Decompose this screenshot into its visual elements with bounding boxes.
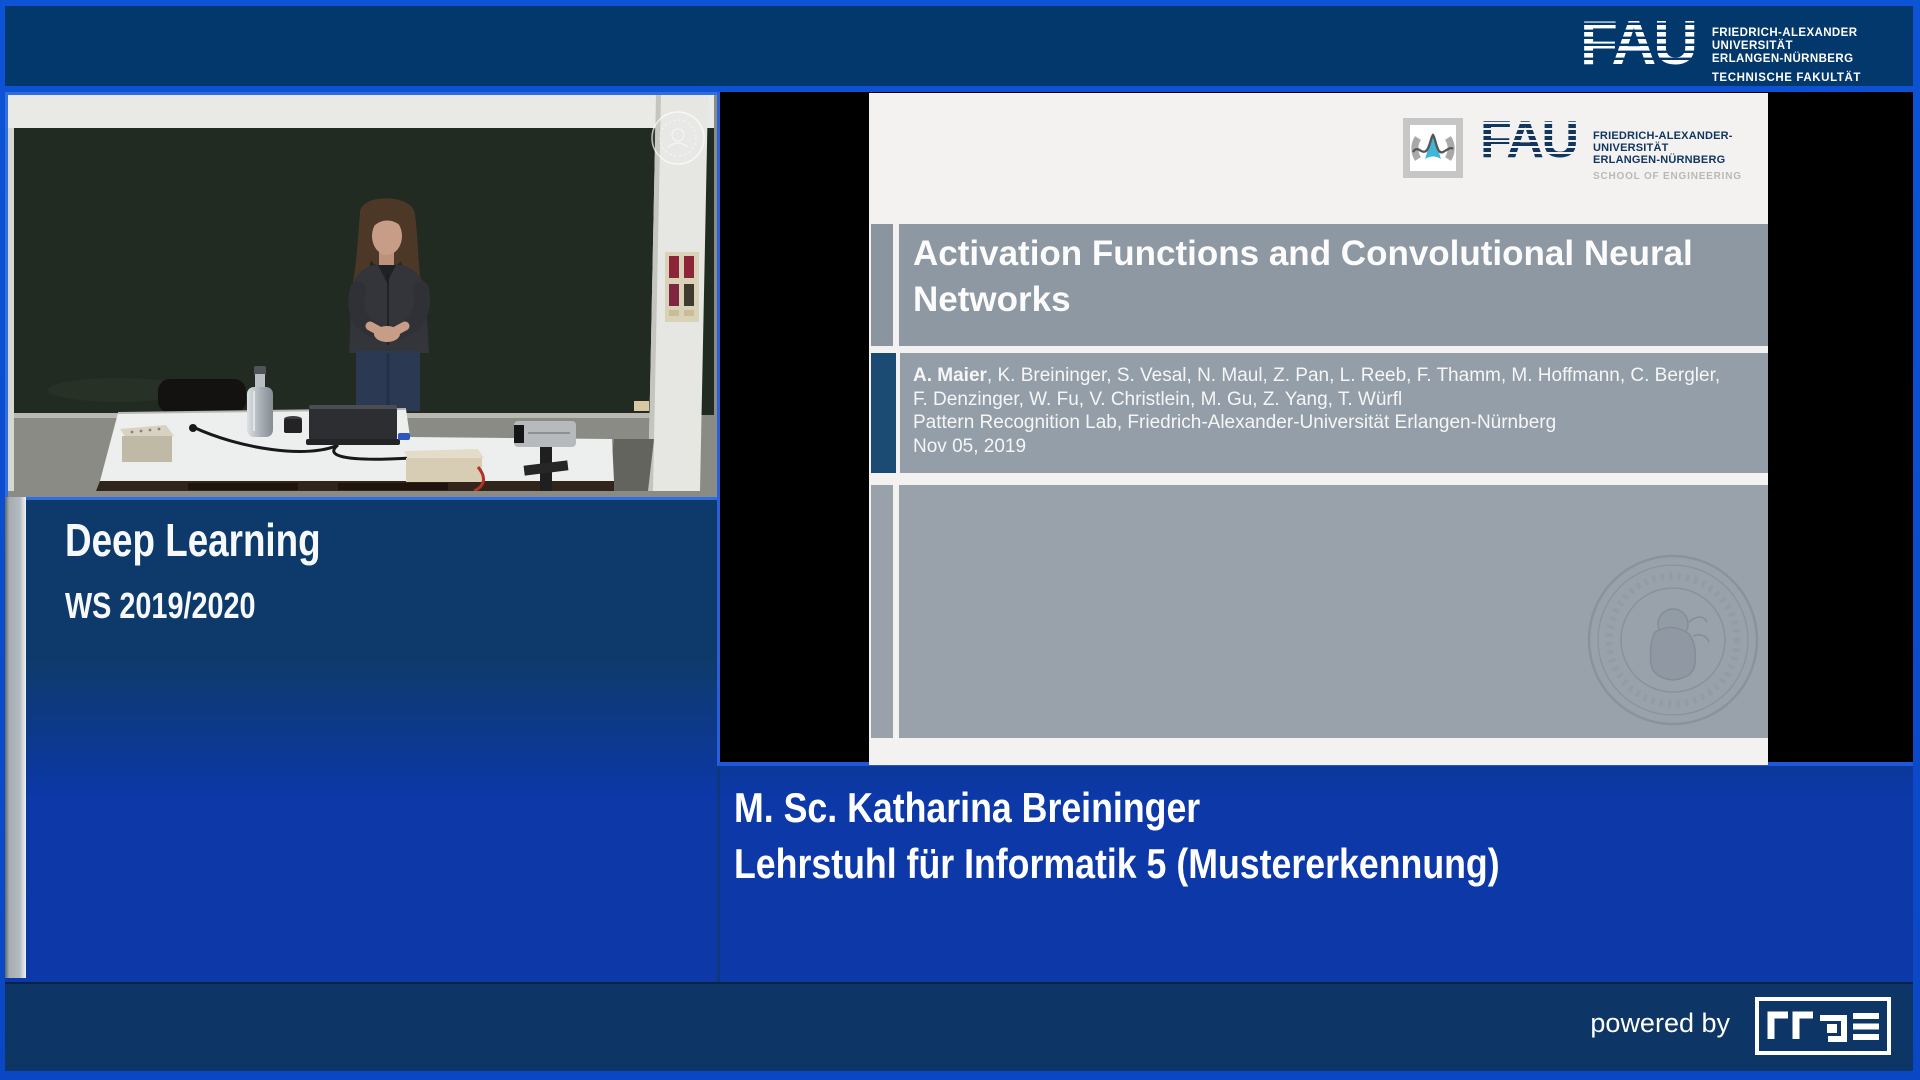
fau-slide-line2: UNIVERSITÄT	[1593, 142, 1669, 154]
left-edge-strip	[5, 497, 26, 978]
eraser	[634, 401, 649, 411]
affiliation: Pattern Recognition Lab, Friedrich-Alexa…	[913, 412, 1557, 433]
authors-line2: F. Denzinger, W. Fu, V. Christlein, M. G…	[913, 388, 1403, 410]
cup	[284, 419, 302, 433]
fau-striped-letters-navy-icon: FAU	[1482, 118, 1579, 160]
powered-by-label: powered by	[1590, 1008, 1730, 1038]
school-label: SCHOOL OF ENGINEERING	[1593, 171, 1742, 182]
slide-date: Nov 05, 2019	[913, 435, 1027, 457]
fau-header-wordmark: FRIEDRICH-ALEXANDER UNIVERSITÄT ERLANGEN…	[1712, 18, 1861, 85]
bottle-cap	[254, 366, 266, 375]
laptop	[309, 405, 397, 443]
slide-panel[interactable]: FAU FRIEDRICH-ALEXANDER- UNIVERSITÄT ERL…	[717, 92, 1913, 766]
fau-striped-letters-icon: FAU	[1582, 18, 1698, 68]
first-author: A. Maier	[913, 365, 987, 386]
author-accent-bar	[871, 353, 896, 473]
lecture-video-page: FAU FRIEDRICH-ALEXANDER UNIVERSITÄT ERLA…	[0, 0, 1920, 1080]
bottom-bar: powered by	[5, 982, 1913, 1071]
speaker-video[interactable]	[5, 92, 723, 500]
title-band-left-segment	[871, 224, 893, 346]
course-term: WS 2019/2020	[65, 585, 256, 626]
usb-connector	[398, 433, 410, 440]
slide-title-line2: Networks	[913, 280, 1071, 319]
fau-slide-logo: FAU FRIEDRICH-ALEXANDER- UNIVERSITÄT ERL…	[1482, 118, 1742, 183]
speaker-name: M. Sc. Katharina Breininger	[734, 784, 1201, 831]
rrze-logo-icon[interactable]	[1755, 997, 1891, 1055]
slide-lower-band	[899, 485, 1768, 738]
blackboard	[14, 128, 666, 415]
fau-line1: FRIEDRICH-ALEXANDER	[1711, 27, 1858, 39]
fau-slide-line1: FRIEDRICH-ALEXANDER-	[1593, 130, 1733, 142]
fau-header-logo[interactable]: FAU FRIEDRICH-ALEXANDER UNIVERSITÄT ERLA…	[1582, 18, 1861, 85]
lecture-hall-scene	[8, 95, 714, 493]
fau-line3: ERLANGEN-NÜRNBERG	[1711, 53, 1854, 65]
water-bottle	[247, 387, 273, 437]
course-info: Deep Learning WS 2019/2020	[65, 513, 385, 627]
slide-authors: A. Maier, K. Breininger, S. Vesal, N. Ma…	[900, 353, 1768, 473]
speaker-department: Lehrstuhl für Informatik 5 (Mustererkenn…	[734, 840, 1500, 887]
column-divider	[717, 766, 720, 982]
fau-letters: FAU	[1582, 18, 1695, 68]
top-bar: FAU FRIEDRICH-ALEXANDER UNIVERSITÄT ERLA…	[5, 6, 1913, 86]
main-area: Deep Learning WS 2019/2020 FAU FRIEDRICH…	[5, 92, 1913, 1071]
pattern-recognition-lab-logo-icon	[1403, 118, 1463, 178]
fau-line2: UNIVERSITÄT	[1711, 40, 1793, 52]
presentation-slide: FAU FRIEDRICH-ALEXANDER- UNIVERSITÄT ERL…	[869, 93, 1768, 765]
lower-band-left-segment	[871, 485, 893, 738]
fau-slide-letters: FAU	[1482, 118, 1577, 160]
fau-slide-wordmark: FRIEDRICH-ALEXANDER- UNIVERSITÄT ERLANGE…	[1593, 118, 1742, 183]
fau-slide-line3: ERLANGEN-NÜRNBERG	[1593, 154, 1726, 166]
upper-wall	[8, 95, 714, 130]
university-seal-watermark-icon	[651, 111, 705, 165]
chair	[158, 379, 246, 413]
university-seal-icon	[1587, 554, 1759, 726]
course-title: Deep Learning	[65, 514, 321, 566]
slide-title: Activation Functions and Convolutional N…	[899, 224, 1768, 346]
slide-title-line1: Activation Functions and Convolutional N…	[913, 234, 1693, 273]
faculty-label: TECHNISCHE FAKULTÄT	[1711, 72, 1861, 84]
authors-line1: A. Maier, K. Breininger, S. Vesal, N. Ma…	[913, 365, 1721, 386]
